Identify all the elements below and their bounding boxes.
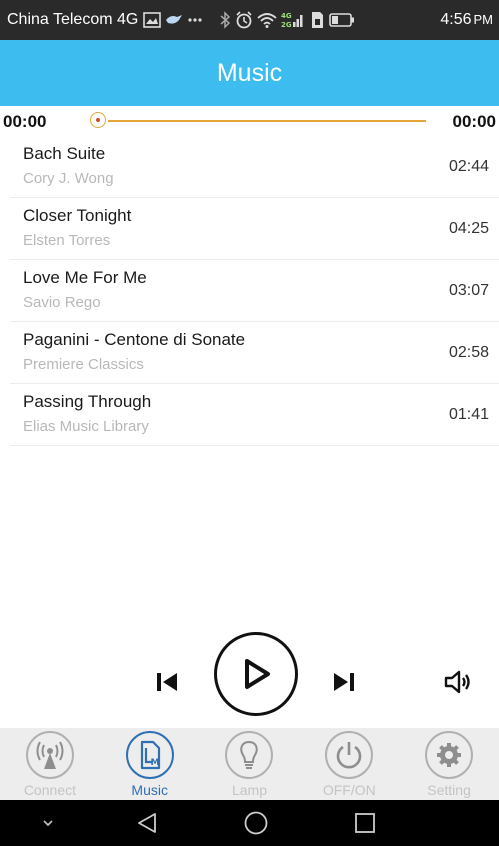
- back-triangle-icon: [135, 811, 159, 835]
- lightbulb-icon: [225, 731, 274, 779]
- clock: 4:56 PM: [440, 11, 493, 29]
- previous-button[interactable]: [156, 671, 178, 693]
- song-artist: Cory J. Wong: [23, 170, 114, 187]
- clock-time: 4:56: [440, 11, 472, 28]
- song-title: Passing Through: [23, 392, 152, 411]
- recent-square-icon: [353, 811, 377, 835]
- total-time: 00:00: [452, 112, 496, 131]
- nav-item-lamp[interactable]: Lamp: [200, 728, 300, 800]
- hide-nav-button[interactable]: [28, 800, 68, 846]
- bottom-nav: Connect M Music Lamp OFF/ON Setting: [0, 728, 499, 800]
- cellular-signal-icon: 4G 2G: [281, 11, 305, 29]
- app-header: Music: [0, 40, 499, 106]
- status-icons: 4G 2G: [143, 11, 355, 29]
- song-list: Bach Suite Cory J. Wong 02:44 Closer Ton…: [10, 136, 499, 446]
- seek-thumb[interactable]: [90, 112, 106, 128]
- next-button[interactable]: [333, 671, 355, 693]
- song-item-love-me-for-me[interactable]: Love Me For Me Savio Rego 03:07: [10, 260, 499, 322]
- song-artist: Elsten Torres: [23, 232, 111, 249]
- song-artist: Savio Rego: [23, 294, 101, 311]
- battery-icon: [329, 13, 355, 27]
- song-item-closer-tonight[interactable]: Closer Tonight Elsten Torres 04:25: [10, 198, 499, 260]
- sim-card-icon: [309, 11, 325, 29]
- gear-icon: [425, 731, 474, 779]
- nav-item-setting[interactable]: Setting: [399, 728, 499, 800]
- image-notification-icon: [143, 12, 162, 28]
- nav-label: Connect: [23, 782, 76, 798]
- skip-next-icon: [333, 671, 355, 693]
- song-item-paganini[interactable]: Paganini - Centone di Sonate Premiere Cl…: [10, 322, 499, 384]
- nav-item-power[interactable]: OFF/ON: [299, 728, 399, 800]
- bird-notification-icon: [165, 13, 183, 27]
- volume-button[interactable]: [443, 669, 473, 695]
- clock-suffix: PM: [473, 12, 494, 27]
- play-button[interactable]: [214, 632, 298, 716]
- system-nav-bar: [0, 800, 499, 846]
- song-title: Love Me For Me: [23, 268, 147, 287]
- song-duration: 02:58: [448, 344, 489, 361]
- page-title: Music: [216, 58, 283, 87]
- nav-label: Lamp: [231, 782, 267, 798]
- chevron-down-icon: [41, 818, 55, 828]
- svg-text:2G: 2G: [281, 21, 292, 29]
- nav-label: Music: [131, 782, 168, 798]
- svg-text:M: M: [150, 758, 159, 768]
- song-title: Closer Tonight: [23, 206, 132, 225]
- song-item-passing-through[interactable]: Passing Through Elias Music Library 01:4…: [10, 384, 499, 446]
- antenna-icon: [25, 731, 74, 779]
- volume-icon: [443, 669, 473, 695]
- song-title: Bach Suite: [23, 144, 106, 163]
- recent-apps-button[interactable]: [345, 800, 385, 846]
- status-bar: China Telecom 4G 4G 2G 4:56 PM: [0, 0, 499, 40]
- song-duration: 04:25: [448, 220, 489, 237]
- song-item-bach-suite[interactable]: Bach Suite Cory J. Wong 02:44: [10, 136, 499, 198]
- alarm-icon: [235, 11, 253, 29]
- back-button[interactable]: [127, 800, 167, 846]
- bluetooth-icon: [219, 11, 231, 29]
- home-circle-icon: [243, 810, 269, 836]
- music-icon: M: [125, 731, 174, 779]
- skip-previous-icon: [156, 671, 178, 693]
- song-duration: 02:44: [448, 158, 489, 175]
- nav-item-connect[interactable]: Connect: [0, 728, 100, 800]
- song-duration: 01:41: [448, 406, 489, 423]
- svg-text:4G: 4G: [281, 12, 292, 20]
- more-notifications-icon: [187, 17, 203, 23]
- nav-item-music[interactable]: M Music: [100, 728, 200, 800]
- current-time: 00:00: [3, 112, 47, 131]
- seek-track[interactable]: [108, 120, 426, 122]
- wifi-icon: [257, 12, 277, 28]
- song-artist: Premiere Classics: [23, 356, 144, 373]
- player-controls: [0, 625, 499, 725]
- seek-thumb-dot: [96, 118, 100, 122]
- nav-label: Setting: [427, 782, 471, 798]
- power-icon: [325, 731, 374, 779]
- progress-row: 00:00 00:00: [0, 108, 499, 136]
- play-icon: [241, 658, 271, 690]
- song-duration: 03:07: [448, 282, 489, 299]
- carrier-label: China Telecom 4G: [7, 11, 139, 28]
- nav-label: OFF/ON: [322, 782, 376, 798]
- home-button[interactable]: [236, 800, 276, 846]
- song-title: Paganini - Centone di Sonate: [23, 330, 246, 349]
- song-artist: Elias Music Library: [23, 418, 149, 435]
